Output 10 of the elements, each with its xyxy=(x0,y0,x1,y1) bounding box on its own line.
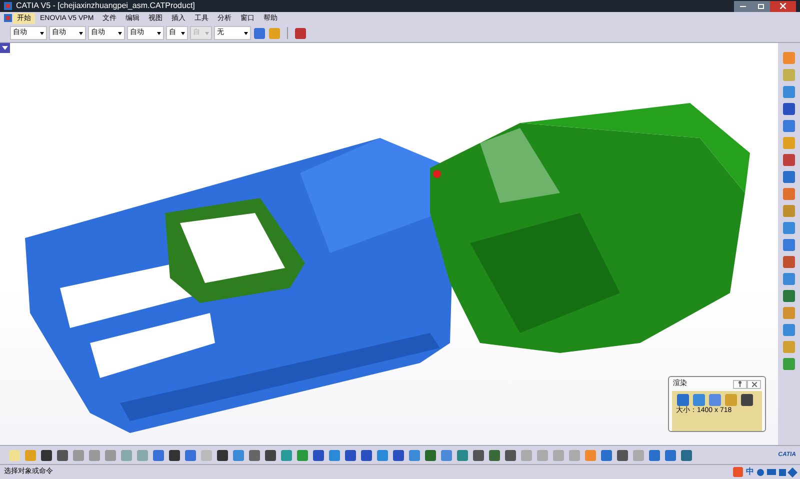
pin-button[interactable] xyxy=(733,380,747,388)
close-button[interactable] xyxy=(770,0,796,12)
minimize-button[interactable] xyxy=(734,0,752,12)
marker-dot xyxy=(433,170,441,178)
collapse-tree-button[interactable] xyxy=(0,43,10,53)
pin-icon[interactable] xyxy=(738,381,742,387)
restore-button[interactable] xyxy=(752,0,770,12)
window-title: CATIA V5 - [chejiaxinzhuangpei_asm.CATProduct] xyxy=(16,2,195,10)
input-mode-indicator[interactable]: 中 xyxy=(746,466,754,478)
close-icon[interactable] xyxy=(752,382,756,386)
